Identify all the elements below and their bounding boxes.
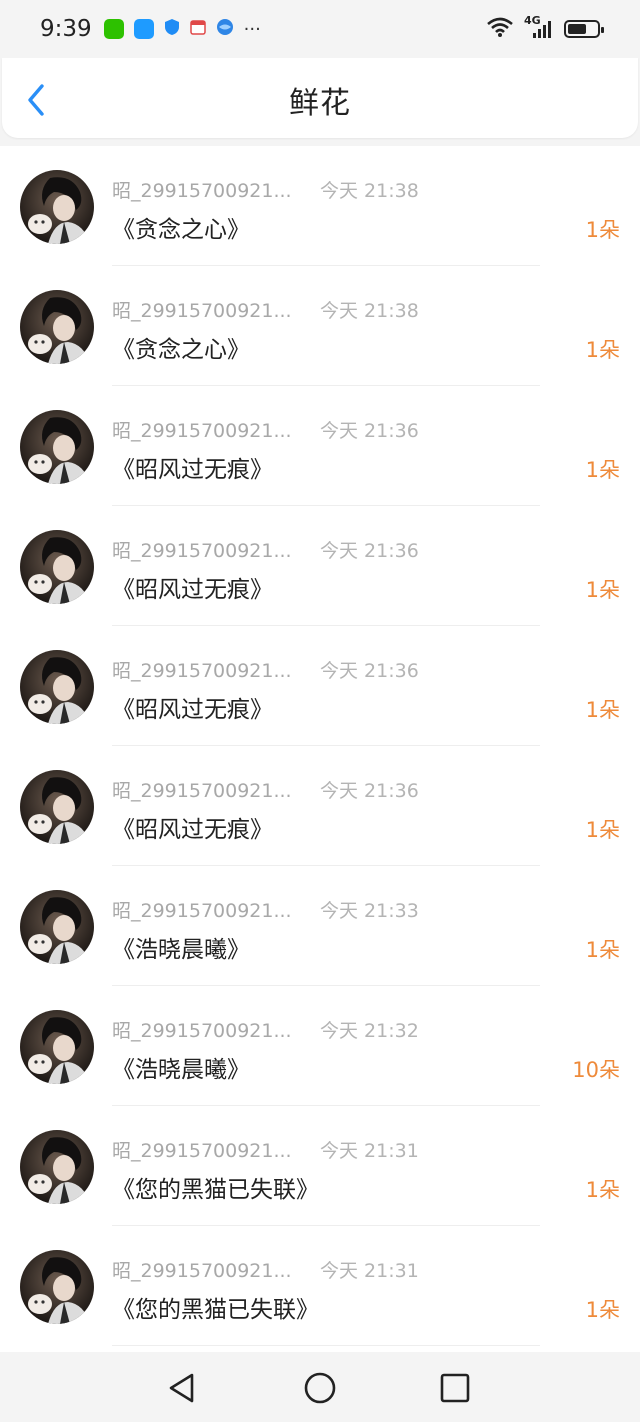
sent-time: 今天 21:31 (320, 1260, 419, 1282)
sender-name[interactable]: 昭_29915700921... (112, 1136, 292, 1163)
sender-name[interactable]: 昭_29915700921... (112, 1256, 292, 1283)
shield-icon (164, 18, 180, 40)
system-nav-bar (0, 1352, 640, 1422)
flower-count: 1朵 (585, 338, 620, 362)
avatar[interactable] (20, 530, 94, 604)
more-dots: ··· (243, 18, 261, 40)
book-title[interactable]: 《昭风过无痕》 (112, 570, 273, 604)
sent-time: 今天 21:36 (320, 420, 419, 442)
nav-back-button[interactable] (164, 1370, 200, 1406)
list-item[interactable]: 昭_29915700921... 今天 21:38 《贪念之心》 1朵 (0, 266, 640, 386)
flower-list: 昭_29915700921... 今天 21:38 《贪念之心》 1朵 昭_299157… (0, 146, 640, 1352)
flower-count: 1朵 (585, 578, 620, 602)
battery-icon (564, 20, 604, 38)
book-title[interactable]: 《浩晓晨曦》 (112, 1050, 250, 1084)
flower-count: 1朵 (585, 698, 620, 722)
sent-time: 今天 21:38 (320, 300, 419, 322)
list-item[interactable]: 昭_29915700921... 今天 21:36 《昭风过无痕》 1朵 (0, 626, 640, 746)
sender-name[interactable]: 昭_29915700921... (112, 296, 292, 323)
flower-count: 1朵 (585, 938, 620, 962)
status-bar: 9:39 ··· 4G (0, 0, 640, 58)
browser-icon (216, 18, 234, 40)
list-item[interactable]: 昭_29915700921... 今天 21:33 《浩晓晨曦》 1朵 (0, 866, 640, 986)
avatar[interactable] (20, 890, 94, 964)
book-title[interactable]: 《昭风过无痕》 (112, 810, 273, 844)
book-title[interactable]: 《您的黑猫已失联》 (112, 1170, 319, 1204)
avatar[interactable] (20, 1250, 94, 1324)
flower-count: 1朵 (585, 818, 620, 842)
list-item[interactable]: 昭_29915700921... 今天 21:38 《贪念之心》 1朵 (0, 146, 640, 266)
sender-name[interactable]: 昭_29915700921... (112, 416, 292, 443)
status-time: 9:39 (40, 16, 92, 42)
avatar[interactable] (20, 410, 94, 484)
sender-name[interactable]: 昭_29915700921... (112, 176, 292, 203)
wifi-icon (486, 16, 514, 42)
sender-name[interactable]: 昭_29915700921... (112, 776, 292, 803)
nav-home-button[interactable] (302, 1370, 338, 1406)
list-item[interactable]: 昭_29915700921... 今天 21:36 《昭风过无痕》 1朵 (0, 746, 640, 866)
page-title: 鲜花 (289, 86, 351, 121)
avatar[interactable] (20, 1130, 94, 1204)
sent-time: 今天 21:38 (320, 180, 419, 202)
nav-recents-button[interactable] (437, 1370, 473, 1406)
flower-count: 1朵 (585, 218, 620, 242)
signal-icon: 4G (524, 14, 554, 40)
square-recents-icon (440, 1373, 470, 1403)
avatar[interactable] (20, 1010, 94, 1084)
book-title[interactable]: 《贪念之心》 (112, 210, 250, 244)
list-item[interactable]: 昭_29915700921... 今天 21:31 《您的黑猫已失联》 1朵 (0, 1226, 640, 1346)
book-title[interactable]: 《昭风过无痕》 (112, 690, 273, 724)
avatar[interactable] (20, 770, 94, 844)
flower-count: 1朵 (585, 1298, 620, 1322)
top-bar: 鲜花 (2, 58, 638, 138)
book-title[interactable]: 《贪念之心》 (112, 330, 250, 364)
list-item[interactable]: 昭_29915700921... 今天 21:36 《昭风过无痕》 1朵 (0, 386, 640, 506)
divider (112, 1345, 540, 1346)
sent-time: 今天 21:31 (320, 1140, 419, 1162)
calendar-icon (189, 19, 206, 39)
wechat-icon (103, 19, 124, 39)
sent-time: 今天 21:33 (320, 900, 419, 922)
sender-name[interactable]: 昭_29915700921... (112, 896, 292, 923)
sender-name[interactable]: 昭_29915700921... (112, 536, 292, 563)
list-item[interactable]: 昭_29915700921... 今天 21:36 《昭风过无痕》 1朵 (0, 506, 640, 626)
sender-name[interactable]: 昭_29915700921... (112, 1016, 292, 1043)
list-item[interactable]: 昭_29915700921... 今天 21:31 《您的黑猫已失联》 1朵 (0, 1106, 640, 1226)
book-title[interactable]: 《您的黑猫已失联》 (112, 1290, 319, 1324)
sent-time: 今天 21:36 (320, 780, 419, 802)
circle-home-icon (304, 1372, 336, 1404)
sender-name[interactable]: 昭_29915700921... (112, 656, 292, 683)
flower-count: 1朵 (585, 1178, 620, 1202)
notification-icons: ··· (103, 18, 261, 40)
book-title[interactable]: 《昭风过无痕》 (112, 450, 273, 484)
list-item[interactable]: 昭_29915700921... 今天 21:32 《浩晓晨曦》 10朵 (0, 986, 640, 1106)
triangle-back-icon (169, 1373, 194, 1403)
sent-time: 今天 21:32 (320, 1020, 419, 1042)
flower-count: 10朵 (572, 1058, 620, 1082)
avatar[interactable] (20, 650, 94, 724)
avatar[interactable] (20, 290, 94, 364)
message-icon (133, 19, 154, 39)
flower-count: 1朵 (585, 458, 620, 482)
sent-time: 今天 21:36 (320, 540, 419, 562)
book-title[interactable]: 《浩晓晨曦》 (112, 930, 250, 964)
sent-time: 今天 21:36 (320, 660, 419, 682)
avatar[interactable] (20, 170, 94, 244)
